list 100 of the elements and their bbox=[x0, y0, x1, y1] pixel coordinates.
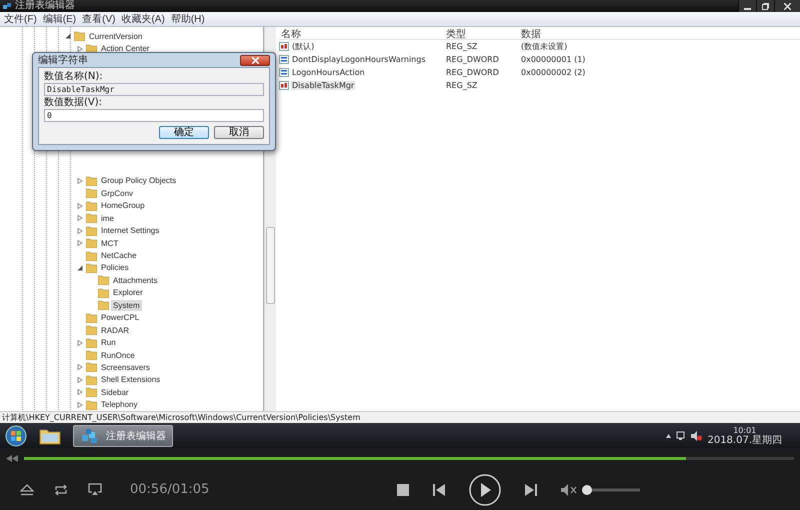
folder-icon bbox=[86, 176, 97, 186]
clock-time[interactable]: 10:01 bbox=[733, 426, 756, 434]
value-name[interactable]: (默认) bbox=[291, 41, 316, 52]
menu-item[interactable]: 帮助(H) bbox=[170, 12, 205, 26]
clock-date[interactable]: 2018.07.星期四 bbox=[707, 434, 782, 446]
value-data: 0x00000001 (1) bbox=[520, 55, 586, 64]
tree-item[interactable]: Telephony bbox=[99, 399, 140, 410]
status-bar: 计算机\HKEY_CURRENT_USER\Software\Microsoft\Windows\CurrentVersion\Policies\System bbox=[0, 411, 800, 423]
tree-item[interactable]: GrpConv bbox=[99, 188, 136, 199]
folder-icon bbox=[86, 238, 97, 248]
collapsed-arrow-icon[interactable] bbox=[77, 376, 83, 383]
column-header[interactable]: 数据 bbox=[519, 27, 800, 41]
tree-item[interactable]: RADAR bbox=[99, 324, 132, 336]
binary-value-icon bbox=[279, 55, 289, 64]
collapsed-arrow-icon[interactable] bbox=[77, 364, 83, 370]
collapsed-arrow-icon[interactable] bbox=[77, 228, 83, 234]
menu-item[interactable]: 编辑(E) bbox=[42, 12, 76, 26]
previous-button[interactable] bbox=[433, 484, 445, 496]
tree-item[interactable]: Action Center bbox=[99, 43, 152, 54]
tray-arrow-icon[interactable] bbox=[666, 434, 672, 438]
collapsed-arrow-icon[interactable] bbox=[77, 215, 83, 222]
value-name[interactable]: DontDisplayLogonHoursWarnings bbox=[291, 55, 426, 64]
menu-item[interactable]: 查看(V) bbox=[82, 12, 116, 26]
play-button[interactable] bbox=[469, 474, 501, 506]
start-button[interactable] bbox=[5, 424, 27, 446]
minimize-button[interactable] bbox=[738, 0, 756, 12]
close-icon bbox=[252, 56, 258, 64]
dialog-button[interactable]: 取消 bbox=[214, 126, 264, 139]
column-header[interactable]: 名称 bbox=[279, 27, 444, 41]
folder-icon bbox=[86, 374, 97, 385]
value-type: REG_SZ bbox=[445, 81, 478, 90]
dialog-button[interactable]: 确定 bbox=[159, 126, 209, 139]
collapsed-arrow-icon[interactable] bbox=[77, 402, 83, 408]
tree-item[interactable]: Group Policy Objects bbox=[99, 175, 178, 186]
screen-button[interactable] bbox=[88, 483, 102, 496]
repeat-button[interactable] bbox=[54, 484, 68, 496]
next-button[interactable] bbox=[525, 484, 537, 496]
network-icon[interactable] bbox=[676, 430, 686, 440]
value-name[interactable]: DisableTaskMgr bbox=[291, 81, 356, 90]
collapsed-arrow-icon[interactable] bbox=[77, 340, 83, 346]
restore-button[interactable] bbox=[756, 0, 774, 12]
muted-speaker-icon[interactable] bbox=[691, 430, 702, 440]
value-data: 0x00000002 (2) bbox=[520, 68, 586, 77]
playback-time: 00:56/01:05 bbox=[130, 482, 210, 497]
tree-item[interactable]: Explorer bbox=[111, 287, 145, 298]
volume-thumb[interactable] bbox=[582, 484, 592, 494]
collapsed-arrow-icon[interactable] bbox=[77, 202, 83, 209]
collapsed-arrow-icon[interactable] bbox=[77, 240, 83, 246]
tree-item[interactable]: Policies bbox=[99, 262, 131, 274]
stop-button[interactable] bbox=[397, 484, 409, 496]
tree-item[interactable]: NetCache bbox=[99, 250, 139, 262]
value-name-field[interactable]: DisableTaskMgr bbox=[44, 83, 264, 96]
field-label: 数值名称(N): bbox=[44, 71, 104, 82]
menu-item[interactable]: 收藏夹(A) bbox=[121, 12, 165, 26]
eject-button[interactable] bbox=[20, 484, 34, 496]
value-name[interactable]: LogonHoursAction bbox=[291, 68, 366, 77]
close-button[interactable] bbox=[240, 54, 270, 66]
tree-item[interactable]: Run bbox=[99, 337, 118, 348]
close-button[interactable] bbox=[774, 0, 800, 12]
rewind-icon[interactable] bbox=[6, 454, 18, 462]
folder-icon bbox=[74, 31, 85, 42]
restore-icon bbox=[762, 2, 769, 10]
muted-speaker-icon[interactable] bbox=[561, 484, 579, 496]
folder-icon bbox=[86, 325, 97, 336]
folder-icon bbox=[98, 275, 109, 286]
folder-icon bbox=[86, 213, 97, 224]
tree-item[interactable]: Sidebar bbox=[99, 386, 131, 398]
close-icon bbox=[784, 2, 791, 10]
registry-editor-taskbar-button[interactable]: 注册表编辑器 bbox=[73, 424, 173, 446]
collapsed-arrow-icon[interactable] bbox=[77, 178, 83, 184]
expanded-arrow-icon[interactable] bbox=[77, 264, 83, 271]
tree-item[interactable]: HomeGroup bbox=[99, 200, 147, 212]
tree-item[interactable]: PowerCPL bbox=[99, 312, 142, 324]
registry-editor-icon bbox=[80, 426, 100, 444]
string-value-icon bbox=[279, 81, 289, 90]
registry-app-icon bbox=[3, 2, 12, 10]
column-header[interactable]: 类型 bbox=[444, 27, 519, 41]
collapsed-arrow-icon[interactable] bbox=[77, 389, 83, 396]
folder-icon bbox=[98, 288, 109, 298]
tree-item[interactable]: RunOnce bbox=[99, 350, 137, 361]
tree-item[interactable]: Screensavers bbox=[99, 362, 152, 373]
folder-icon bbox=[39, 426, 61, 444]
collapsed-arrow-icon[interactable] bbox=[77, 46, 83, 52]
folder-icon bbox=[86, 226, 97, 236]
string-value-icon bbox=[279, 42, 289, 51]
binary-value-icon bbox=[279, 68, 289, 77]
tree-item[interactable]: Internet Settings bbox=[99, 225, 162, 236]
tree-item[interactable]: Attachments bbox=[111, 274, 160, 286]
expanded-arrow-icon[interactable] bbox=[65, 33, 71, 40]
folder-icon bbox=[86, 262, 97, 273]
tree-item[interactable]: CurrentVersion bbox=[87, 30, 144, 42]
tree-item[interactable]: MCT bbox=[99, 238, 120, 249]
value-type: REG_DWORD bbox=[445, 55, 500, 64]
menu-item[interactable]: 文件(F) bbox=[4, 12, 37, 26]
folder-icon bbox=[86, 250, 97, 261]
tree-item[interactable]: Shell Extensions bbox=[99, 374, 162, 386]
value-data-field[interactable]: 0 bbox=[44, 109, 264, 122]
tree-item[interactable]: System bbox=[111, 300, 142, 311]
tree-item[interactable]: ime bbox=[99, 212, 116, 224]
folder-icon bbox=[86, 188, 97, 198]
